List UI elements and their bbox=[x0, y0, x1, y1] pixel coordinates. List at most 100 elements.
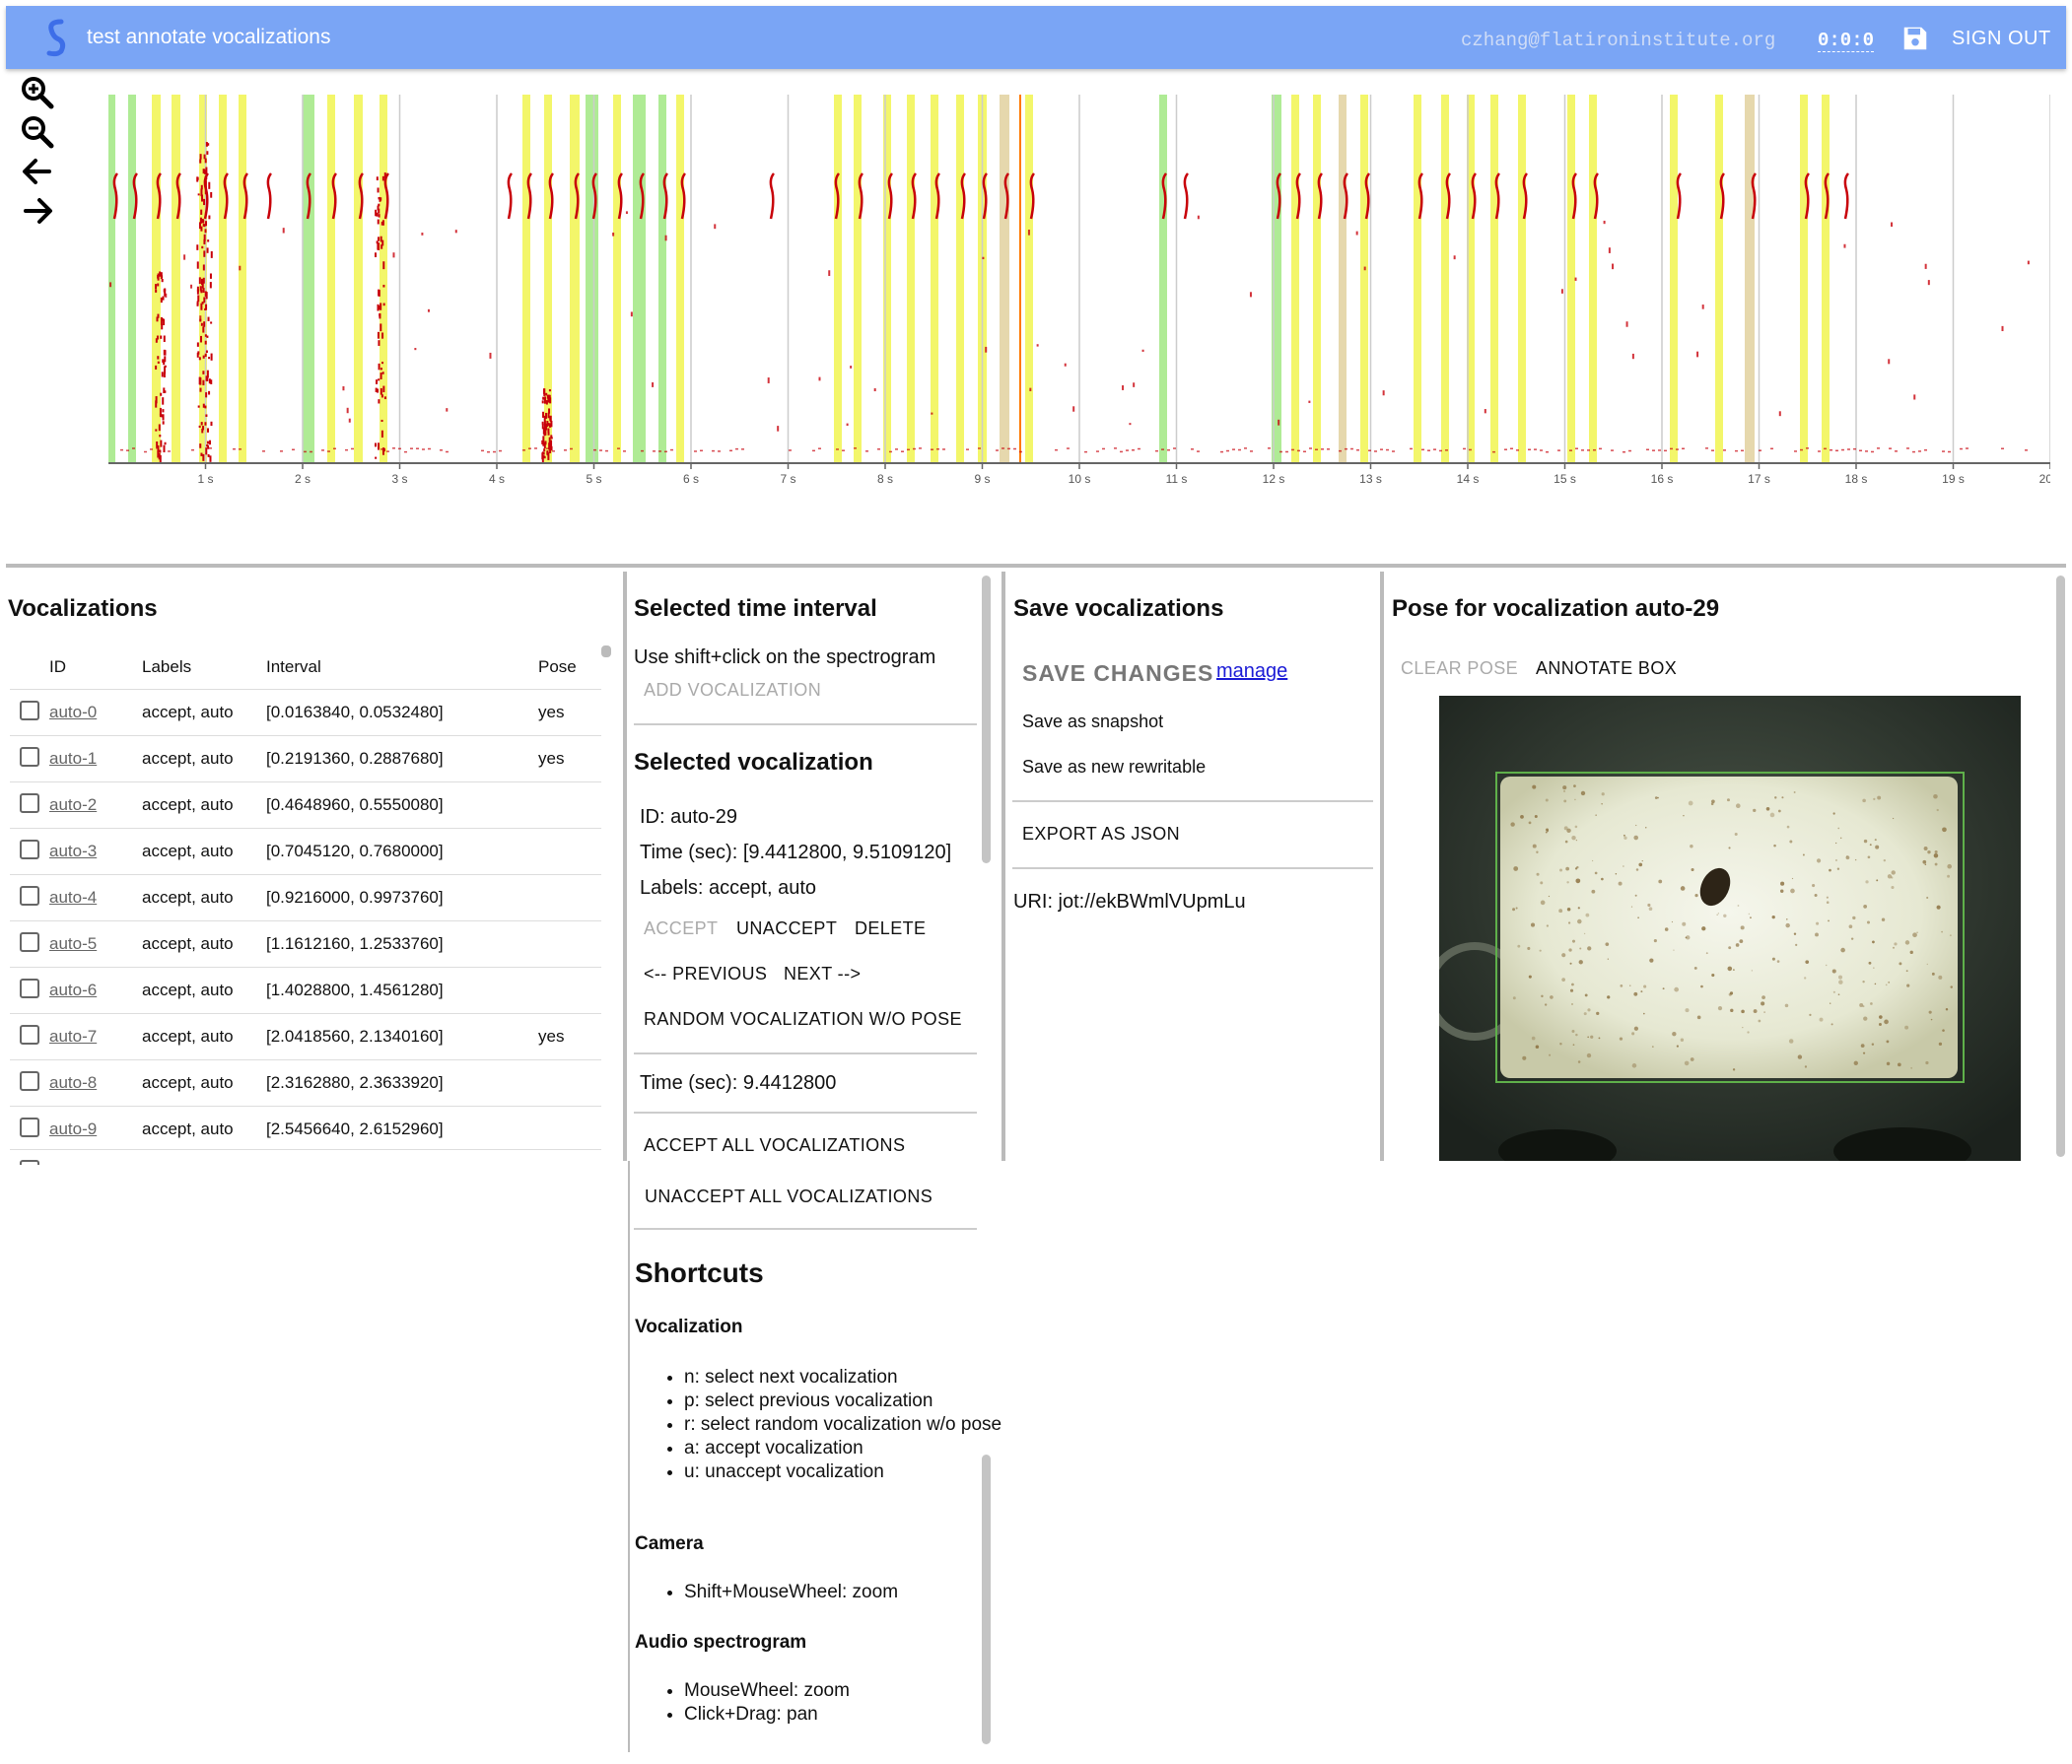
table-row[interactable]: auto-0 accept, auto [0.0163840, 0.0532480]… bbox=[10, 689, 601, 736]
vocalization-id-link[interactable]: auto-0 bbox=[49, 703, 97, 721]
vocalization-band[interactable] bbox=[956, 95, 964, 463]
vocalization-band[interactable] bbox=[1567, 95, 1575, 463]
previous-button[interactable]: <-- PREVIOUS bbox=[644, 964, 767, 984]
delete-button[interactable]: DELETE bbox=[855, 918, 926, 939]
save-icon[interactable] bbox=[1900, 24, 1930, 53]
vocalization-band[interactable] bbox=[1339, 95, 1347, 463]
zoom-out-icon[interactable] bbox=[20, 114, 55, 150]
vocalization-band[interactable] bbox=[544, 95, 552, 463]
vocalization-band[interactable] bbox=[354, 95, 363, 463]
vocalization-id-link[interactable]: auto-6 bbox=[49, 981, 97, 999]
vocalization-band[interactable] bbox=[1159, 95, 1167, 463]
table-row[interactable]: auto-3 accept, auto [0.7045120, 0.7680000] bbox=[10, 828, 601, 875]
vocalization-id-link[interactable]: auto-5 bbox=[49, 934, 97, 953]
vocalization-band[interactable] bbox=[1291, 95, 1299, 463]
vocalization-band[interactable] bbox=[152, 95, 161, 463]
spectrogram-plot[interactable]: 1 s 2 s 3 s 4 s 5 s 6 s 7 s 8 s 9 s 10 s 11 s 12 s 1… bbox=[108, 93, 2050, 526]
vocalization-band[interactable] bbox=[219, 95, 227, 463]
vocalization-band[interactable] bbox=[883, 95, 891, 463]
vocalization-band[interactable] bbox=[327, 95, 335, 463]
vocalization-band[interactable] bbox=[834, 95, 842, 463]
table-row[interactable]: auto-6 accept, auto [1.4028800, 1.4561280] bbox=[10, 967, 601, 1014]
table-row[interactable]: auto-7 accept, auto [2.0418560, 2.1340160]… bbox=[10, 1013, 601, 1060]
unaccept-all-button[interactable]: UNACCEPT ALL VOCALIZATIONS bbox=[645, 1187, 932, 1207]
vocalization-band[interactable] bbox=[239, 95, 246, 463]
column-interval[interactable]: Interval bbox=[266, 645, 538, 690]
add-vocalization-button[interactable]: ADD VOCALIZATION bbox=[644, 680, 821, 701]
manage-link[interactable]: manage bbox=[1216, 660, 1287, 683]
vocalization-band[interactable] bbox=[1715, 95, 1723, 463]
unaccept-button[interactable]: UNACCEPT bbox=[736, 918, 837, 939]
row-checkbox[interactable] bbox=[20, 931, 39, 952]
vocalization-id-link[interactable]: auto-7 bbox=[49, 1027, 97, 1046]
table-row[interactable]: auto-8 accept, auto [2.3162880, 2.3633920] bbox=[10, 1059, 601, 1107]
annotate-box-button[interactable]: ANNOTATE BOX bbox=[1536, 658, 1677, 679]
row-checkbox[interactable] bbox=[20, 1024, 39, 1045]
vocalization-band[interactable] bbox=[1441, 95, 1449, 463]
row-checkbox[interactable] bbox=[20, 1160, 39, 1165]
vocalization-band[interactable] bbox=[613, 95, 621, 463]
vocalization-band[interactable] bbox=[1745, 95, 1755, 463]
vocalization-band[interactable] bbox=[303, 95, 314, 463]
column-labels[interactable]: Labels bbox=[142, 645, 266, 690]
clear-pose-button[interactable]: CLEAR POSE bbox=[1401, 658, 1518, 679]
export-json-button[interactable]: EXPORT AS JSON bbox=[1022, 824, 1180, 845]
camera-frame-image[interactable] bbox=[1439, 696, 2021, 1161]
vocalization-band[interactable] bbox=[172, 95, 180, 463]
panel-scrollbar[interactable] bbox=[982, 576, 991, 863]
vocalization-band[interactable] bbox=[128, 95, 136, 463]
column-pose[interactable]: Pose bbox=[538, 645, 601, 690]
vocalization-band[interactable] bbox=[1025, 95, 1033, 463]
column-id[interactable]: ID bbox=[49, 645, 142, 690]
vocalization-band[interactable] bbox=[658, 95, 666, 463]
vocalization-band[interactable] bbox=[522, 95, 530, 463]
table-row[interactable]: auto-2 accept, auto [0.4648960, 0.5550080] bbox=[10, 781, 601, 829]
row-checkbox[interactable] bbox=[20, 978, 39, 998]
save-rewritable-button[interactable]: Save as new rewritable bbox=[1022, 757, 1206, 778]
accept-all-button[interactable]: ACCEPT ALL VOCALIZATIONS bbox=[644, 1135, 905, 1156]
vocalization-band[interactable] bbox=[380, 95, 387, 463]
vocalization-band[interactable] bbox=[676, 95, 684, 463]
vocalization-band[interactable] bbox=[586, 95, 598, 463]
vocalization-id-link[interactable]: auto-9 bbox=[49, 1119, 97, 1138]
table-row[interactable]: auto-1 accept, auto [0.2191360, 0.2887680]… bbox=[10, 735, 601, 782]
vocalization-id-link[interactable]: auto-1 bbox=[49, 749, 97, 768]
vocalization-band[interactable] bbox=[907, 95, 915, 463]
vocalization-band[interactable] bbox=[1589, 95, 1597, 463]
vocalization-id-link[interactable]: auto-3 bbox=[49, 842, 97, 860]
vocalization-band[interactable] bbox=[931, 95, 938, 463]
vocalization-band[interactable] bbox=[1670, 95, 1678, 463]
vocalization-band[interactable] bbox=[1518, 95, 1526, 463]
vocalization-band[interactable] bbox=[570, 95, 580, 463]
vocalization-band[interactable] bbox=[108, 95, 115, 463]
table-row[interactable]: auto-5 accept, auto [1.1612160, 1.2533760] bbox=[10, 920, 601, 968]
table-scrollbar[interactable] bbox=[601, 645, 611, 657]
save-snapshot-button[interactable]: Save as snapshot bbox=[1022, 712, 1163, 732]
vocalization-band[interactable] bbox=[1313, 95, 1321, 463]
vocalization-id-link[interactable]: auto-4 bbox=[49, 888, 97, 907]
pan-left-icon[interactable] bbox=[20, 154, 55, 189]
vocalization-band[interactable] bbox=[1822, 95, 1830, 463]
row-checkbox[interactable] bbox=[20, 1070, 39, 1091]
random-vocalization-button[interactable]: RANDOM VOCALIZATION W/O POSE bbox=[644, 1009, 962, 1030]
vocalization-band[interactable] bbox=[633, 95, 646, 463]
save-changes-button[interactable]: SAVE CHANGES bbox=[1022, 660, 1213, 687]
accept-button[interactable]: ACCEPT bbox=[644, 918, 718, 939]
sign-out-button[interactable]: SIGN OUT bbox=[1952, 28, 2051, 50]
next-button[interactable]: NEXT --> bbox=[784, 964, 861, 984]
vocalization-band[interactable] bbox=[1490, 95, 1498, 463]
vocalization-band[interactable] bbox=[1414, 95, 1421, 463]
row-checkbox[interactable] bbox=[20, 700, 39, 720]
table-row[interactable]: auto-9 accept, auto [2.5456640, 2.6152960] bbox=[10, 1106, 601, 1152]
row-checkbox[interactable] bbox=[20, 885, 39, 906]
vocalization-band[interactable] bbox=[1800, 95, 1808, 463]
spectrogram-panel[interactable]: 1 s 2 s 3 s 4 s 5 s 6 s 7 s 8 s 9 s 10 s 11 s 12 s 1… bbox=[6, 71, 2066, 568]
vocalization-id-link[interactable]: auto-2 bbox=[49, 795, 97, 814]
pan-right-icon[interactable] bbox=[20, 193, 55, 229]
panel-scrollbar[interactable] bbox=[2056, 576, 2065, 1157]
vocalization-band[interactable] bbox=[1000, 95, 1009, 463]
vocalization-id-link[interactable]: auto-8 bbox=[49, 1073, 97, 1092]
table-row[interactable]: auto-4 accept, auto [0.9216000, 0.9973760] bbox=[10, 874, 601, 921]
vocalization-band[interactable] bbox=[854, 95, 862, 463]
row-checkbox[interactable] bbox=[20, 792, 39, 813]
